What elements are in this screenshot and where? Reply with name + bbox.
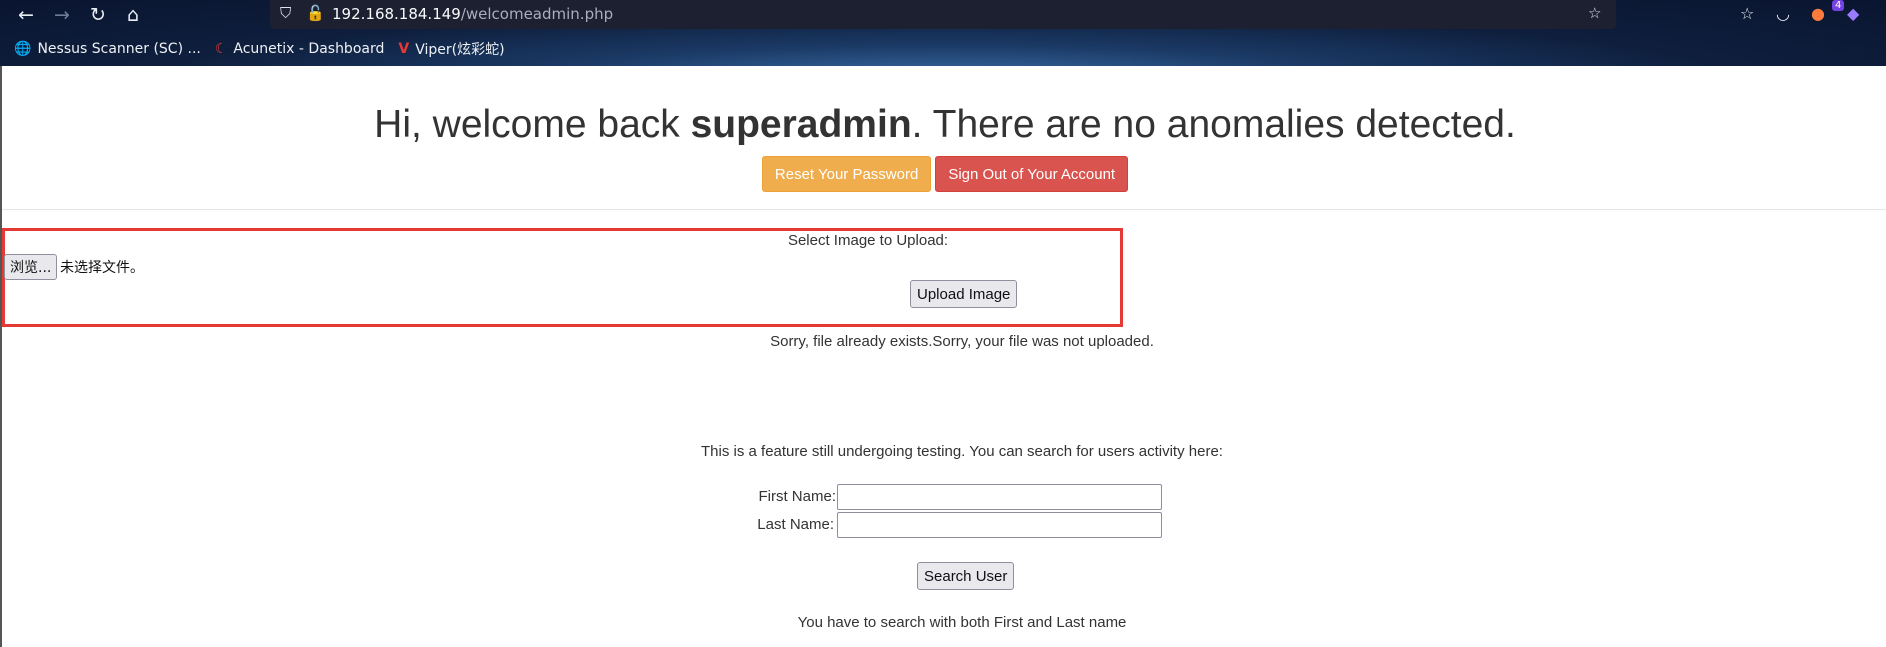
search-intro: This is a feature still undergoing testi…: [701, 443, 1223, 460]
upload-message: Sorry, file already exists.Sorry, your f…: [770, 333, 1154, 350]
title-username: superadmin: [690, 103, 912, 146]
bookmark-star-icon[interactable]: ☆: [1588, 4, 1601, 22]
file-status-text: 未选择文件。: [60, 260, 144, 276]
first-name-label: First Name:: [758, 488, 836, 505]
shield-icon[interactable]: ⛉: [280, 4, 291, 22]
home-icon[interactable]: ⌂: [120, 2, 146, 28]
bookmark-acunetix[interactable]: ☾ Acunetix - Dashboard: [215, 41, 385, 57]
bookmarks-menu-icon[interactable]: ☆: [1740, 4, 1754, 23]
pocket-icon[interactable]: ◡: [1776, 4, 1790, 23]
insecure-lock-icon[interactable]: 🔓: [306, 4, 325, 22]
search-user-button[interactable]: Search User: [917, 562, 1015, 590]
forward-arrow-icon[interactable]: →: [49, 2, 75, 28]
globe-icon: 🌐: [14, 41, 32, 57]
title-prefix: Hi, welcome back: [374, 103, 691, 146]
page-content: Hi, welcome back superadmin. There are n…: [0, 66, 1886, 647]
url-text[interactable]: 192.168.184.149/welcomeadmin.php: [332, 5, 613, 23]
extension-badge: 4: [1832, 0, 1845, 11]
first-name-input[interactable]: [837, 484, 1162, 510]
divider: [2, 209, 1886, 210]
title-suffix: . There are no anomalies detected.: [911, 103, 1516, 146]
address-bar[interactable]: ⛉ 🔓 192.168.184.149/welcomeadmin.php ☆: [270, 0, 1616, 29]
viper-icon: V: [398, 41, 410, 57]
file-browse-button[interactable]: 浏览...: [4, 254, 58, 280]
page-title: Hi, welcome back superadmin. There are n…: [2, 103, 1886, 147]
bookmarks-bar: 🌐 Nessus Scanner (SC) ... ☾ Acunetix - D…: [0, 34, 505, 64]
last-name-label: Last Name:: [757, 516, 834, 533]
firefox-account-icon[interactable]: ●: [1811, 4, 1825, 23]
last-name-input[interactable]: [837, 512, 1162, 538]
sign-out-button[interactable]: Sign Out of Your Account: [935, 156, 1129, 192]
bookmark-nessus[interactable]: 🌐 Nessus Scanner (SC) ...: [14, 41, 201, 57]
browser-toolbar: ← → ↻ ⌂ ⛉ 🔓 192.168.184.149/welcomeadmin…: [0, 0, 1886, 66]
search-note: You have to search with both First and L…: [797, 614, 1127, 631]
reset-password-button[interactable]: Reset Your Password: [761, 156, 932, 192]
reload-icon[interactable]: ↻: [85, 2, 111, 28]
upload-label: Select Image to Upload:: [787, 232, 949, 249]
extensions-icon[interactable]: ◆: [1847, 4, 1859, 23]
acunetix-icon: ☾: [214, 41, 228, 57]
account-actions: Reset Your Password Sign Out of Your Acc…: [2, 156, 1886, 192]
bookmark-label: Acunetix - Dashboard: [233, 41, 385, 57]
back-arrow-icon[interactable]: ←: [13, 2, 39, 28]
bookmark-label: Nessus Scanner (SC) ...: [37, 41, 201, 57]
bookmark-viper[interactable]: V Viper(炫彩蛇): [398, 39, 504, 59]
upload-image-button[interactable]: Upload Image: [910, 280, 1018, 308]
bookmark-label: Viper(炫彩蛇): [415, 42, 505, 58]
